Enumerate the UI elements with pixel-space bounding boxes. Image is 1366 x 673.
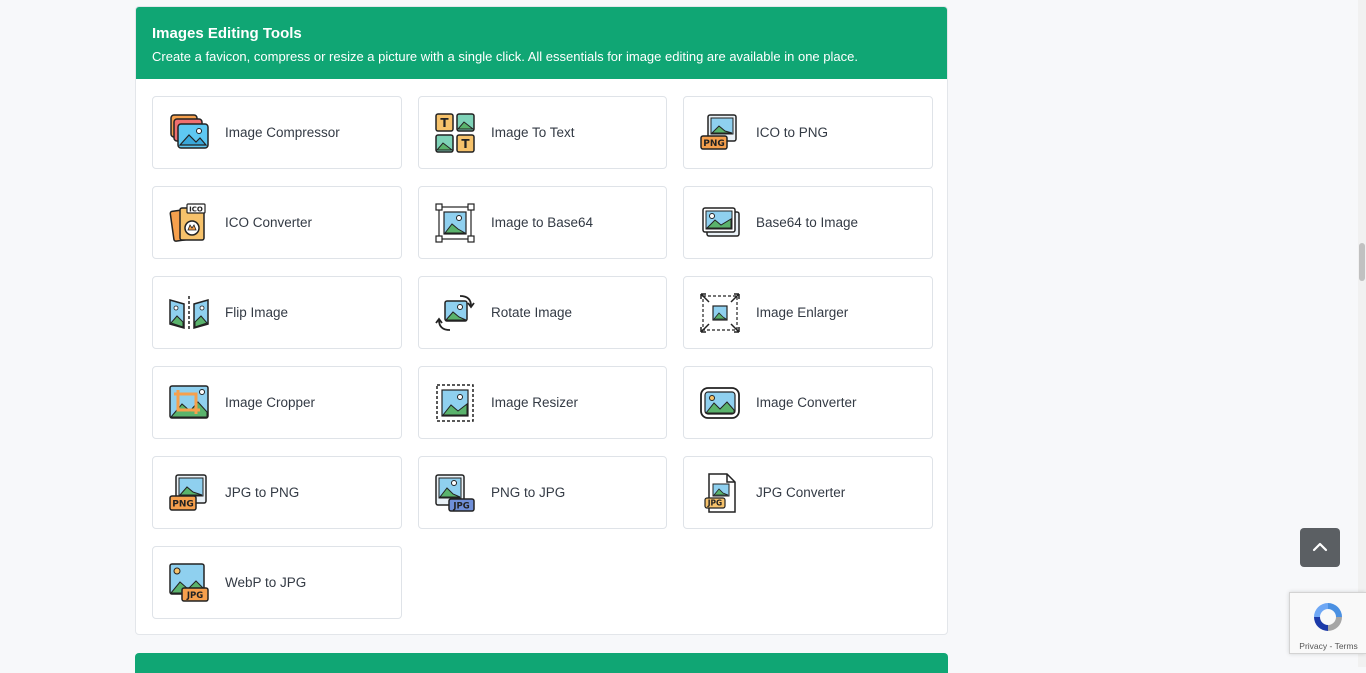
chevron-up-icon [1312, 539, 1328, 557]
tool-image-to-text[interactable]: T T Image To Text [418, 96, 667, 169]
tool-flip-image[interactable]: Flip Image [152, 276, 402, 349]
jpg-to-png-icon: PNG [168, 472, 210, 514]
tool-label: Image Converter [756, 395, 857, 410]
tool-webp-to-jpg[interactable]: JPG WebP to JPG [152, 546, 402, 619]
image-converter-icon [699, 382, 741, 424]
ico-converter-icon: ICO [168, 202, 210, 244]
tool-image-compressor[interactable]: Image Compressor [152, 96, 402, 169]
next-section-header [135, 653, 948, 673]
t-badge: T [461, 137, 470, 151]
recaptcha-icon [1310, 599, 1346, 635]
scrollbar-thumb[interactable] [1359, 243, 1365, 281]
tool-label: Image To Text [491, 125, 575, 140]
tool-label: ICO Converter [225, 215, 313, 230]
rotate-image-icon [434, 292, 476, 334]
tool-label: Image Enlarger [756, 305, 849, 320]
tool-label: JPG Converter [756, 485, 846, 500]
image-to-text-icon: T T [434, 112, 476, 154]
tool-label: Image Compressor [225, 125, 340, 140]
png-to-jpg-icon: JPG [434, 472, 476, 514]
webp-to-jpg-icon: JPG [168, 562, 210, 604]
ico-badge: ICO [189, 205, 203, 213]
tool-rotate-image[interactable]: Rotate Image [418, 276, 667, 349]
tool-label: WebP to JPG [225, 575, 307, 590]
tool-ico-to-png[interactable]: PNG ICO to PNG [683, 96, 933, 169]
tool-label: Rotate Image [491, 305, 573, 320]
tool-label: Image Resizer [491, 395, 579, 410]
recaptcha-privacy-terms[interactable]: Privacy - Terms [1290, 641, 1366, 651]
tool-jpg-converter[interactable]: JPG JPG Converter [683, 456, 933, 529]
tool-base64-to-image[interactable]: Base64 to Image [683, 186, 933, 259]
tool-image-enlarger[interactable]: Image Enlarger [683, 276, 933, 349]
jpg-converter-icon: JPG [699, 472, 741, 514]
base64-to-image-icon [699, 202, 741, 244]
jpg-badge: JPG [186, 591, 203, 601]
tool-image-resizer[interactable]: Image Resizer [418, 366, 667, 439]
tools-grid: Image Compressor T T Image To Text PNG I… [152, 96, 933, 619]
tool-ico-converter[interactable]: ICO ICO Converter [152, 186, 402, 259]
flip-image-icon [168, 292, 210, 334]
tool-label: Image Cropper [225, 395, 316, 410]
tool-jpg-to-png[interactable]: PNG JPG to PNG [152, 456, 402, 529]
section-subtitle: Create a favicon, compress or resize a p… [152, 49, 858, 64]
image-to-base64-icon [434, 202, 476, 244]
tool-label: Image to Base64 [491, 215, 594, 230]
image-compressor-icon [168, 112, 210, 154]
jpg-badge: JPG [452, 501, 469, 511]
jpg-badge: JPG [707, 498, 722, 507]
card-header: Images Editing Tools Create a favicon, c… [136, 7, 947, 79]
tool-image-to-base64[interactable]: Image to Base64 [418, 186, 667, 259]
recaptcha-badge[interactable]: Privacy - Terms [1289, 592, 1366, 654]
tool-image-cropper[interactable]: Image Cropper [152, 366, 402, 439]
tool-png-to-jpg[interactable]: JPG PNG to JPG [418, 456, 667, 529]
tool-label: PNG to JPG [491, 485, 566, 500]
png-badge: PNG [703, 139, 725, 149]
tool-label: Base64 to Image [756, 215, 859, 230]
scroll-to-top-button[interactable] [1300, 528, 1340, 567]
image-cropper-icon [168, 382, 210, 424]
image-resizer-icon [434, 382, 476, 424]
scrollbar[interactable] [1358, 0, 1366, 667]
tool-label: JPG to PNG [225, 485, 300, 500]
tool-label: ICO to PNG [756, 125, 829, 140]
section-title: Images Editing Tools [152, 25, 302, 42]
t-badge: T [440, 116, 449, 130]
image-enlarger-icon [699, 292, 741, 334]
tool-label: Flip Image [225, 305, 289, 320]
ico-to-png-icon: PNG [699, 112, 741, 154]
png-badge: PNG [172, 499, 194, 509]
tool-image-converter[interactable]: Image Converter [683, 366, 933, 439]
images-editing-tools-card: Images Editing Tools Create a favicon, c… [135, 6, 948, 635]
